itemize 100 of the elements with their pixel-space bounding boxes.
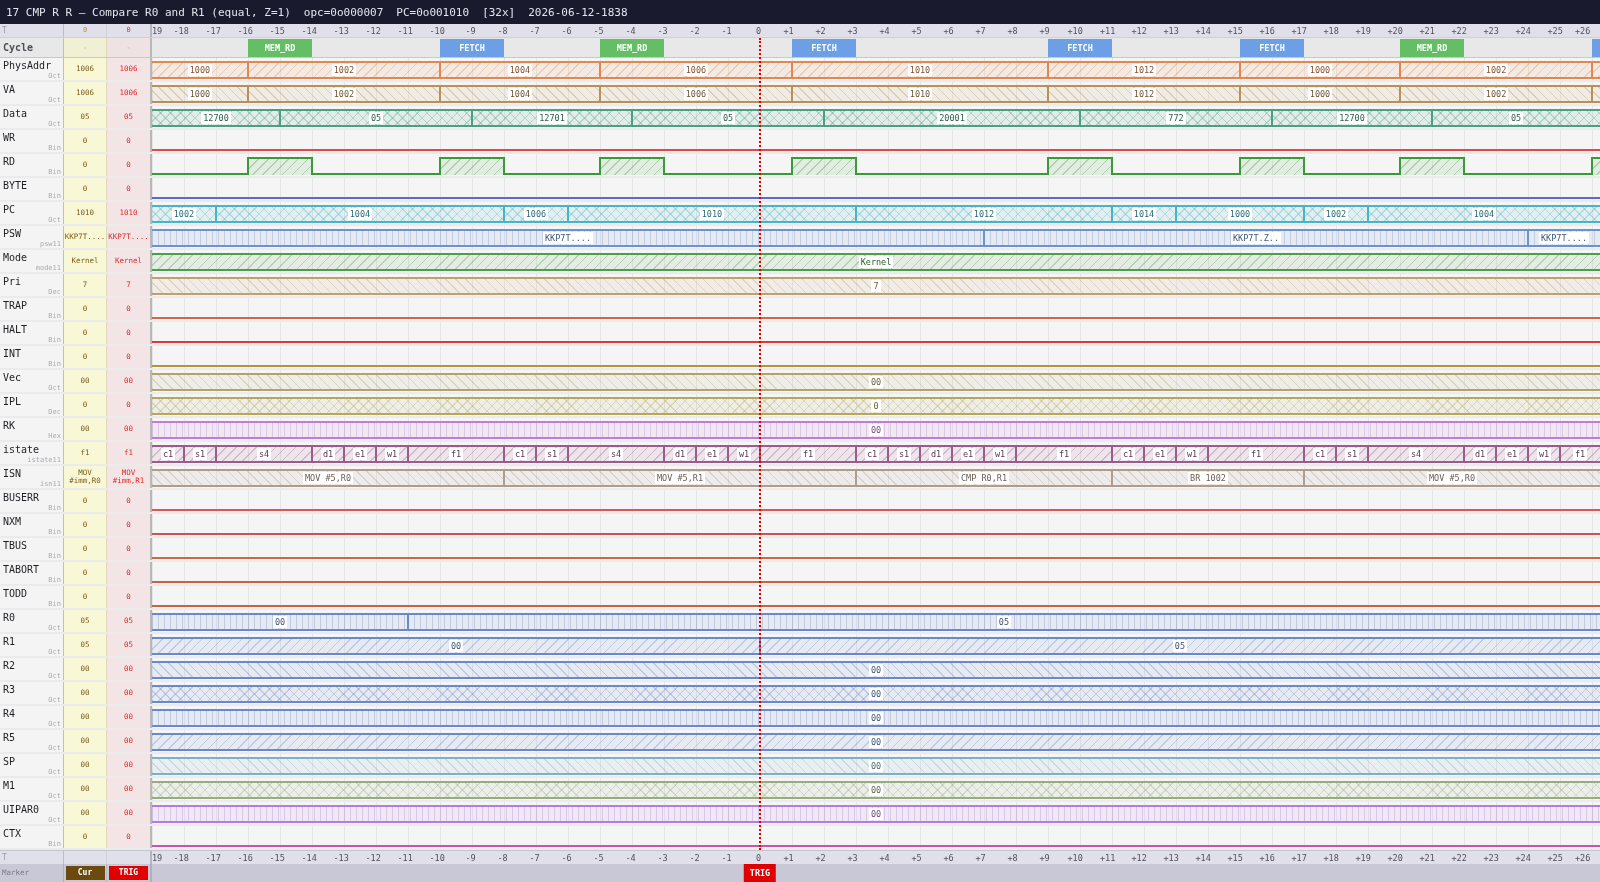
tick-label: -15 <box>269 853 285 863</box>
tick-label: -13 <box>333 853 349 863</box>
tick-label: +15 <box>1227 26 1243 36</box>
tick-label: -5 <box>593 853 604 863</box>
tick-label: +1 <box>783 26 794 36</box>
bus-value: c1 <box>160 448 176 460</box>
bus-value: 12701 <box>537 112 567 124</box>
tick-label: +11 <box>1100 26 1116 36</box>
signal-name: TBUS <box>3 540 28 552</box>
bus-value: 12700 <box>201 112 231 124</box>
bus-value: 1000 <box>1227 208 1253 220</box>
bus-value: 00 <box>868 760 884 772</box>
tick-label: -10 <box>429 26 445 36</box>
tick-label: -7 <box>529 26 540 36</box>
signal-name: R0 <box>3 612 16 624</box>
bus-value: 05 <box>368 112 384 124</box>
tick-label: -17 <box>205 853 221 863</box>
bus-value: MOV #5,R1 <box>654 472 706 484</box>
tick-label: +1 <box>783 853 794 863</box>
tick-label: -2 <box>689 26 700 36</box>
bus-value: 00 <box>868 784 884 796</box>
tick-label: +21 <box>1419 853 1435 863</box>
cycle-tag: FETCH <box>1240 39 1304 57</box>
tick-label: +25 <box>1547 853 1563 863</box>
tick-label: -14 <box>301 853 317 863</box>
bus-value: d1 <box>1472 448 1488 460</box>
bus-value: MOV #5,R0 <box>302 472 354 484</box>
bus-value: s4 <box>1408 448 1424 460</box>
tick-label: +13 <box>1163 853 1179 863</box>
bus-value: 1000 <box>1307 88 1333 100</box>
tick-label: +5 <box>911 853 922 863</box>
bus-value: 00 <box>868 376 884 388</box>
bus-value: e1 <box>1504 448 1520 460</box>
tick-label: 0 <box>756 26 762 36</box>
bus-value: 7 <box>871 280 881 292</box>
tick-label: +20 <box>1387 853 1403 863</box>
signal-name: UIPAR0 <box>3 804 40 816</box>
tick-label: -11 <box>397 26 413 36</box>
signal-name: HALT <box>3 324 28 336</box>
tick-label: +22 <box>1451 26 1467 36</box>
signal-name: BYTE <box>3 180 28 192</box>
bus-value: 1002 <box>171 208 197 220</box>
bus-value: w1 <box>736 448 752 460</box>
cycle-tag: FETCH <box>1048 39 1112 57</box>
tick-label: -4 <box>625 853 636 863</box>
tick-label: -12 <box>365 26 381 36</box>
marker-button[interactable]: Cur <box>65 866 105 880</box>
bus-value: 772 <box>1166 112 1186 124</box>
tick-label: +9 <box>1039 853 1050 863</box>
bus-value: e1 <box>352 448 368 460</box>
bus-value: 1000 <box>187 64 213 76</box>
tick-label: +21 <box>1419 26 1435 36</box>
signal-name: TODD <box>3 588 28 600</box>
tick-label: -15 <box>269 26 285 36</box>
bus-value: e1 <box>1152 448 1168 460</box>
tick-label: +10 <box>1067 853 1083 863</box>
tick-label: +9 <box>1039 26 1050 36</box>
bus-value: e1 <box>960 448 976 460</box>
zoom-level: [32x] <box>482 6 516 18</box>
bus-value: BR 1002 <box>1188 472 1228 484</box>
tick-label: -10 <box>429 853 445 863</box>
tick-label: +17 <box>1291 853 1307 863</box>
bus-value: 1010 <box>907 88 933 100</box>
tick-label: -3 <box>657 26 668 36</box>
marker-button[interactable]: TRIG <box>109 866 148 880</box>
signal-name: PSW <box>3 228 22 240</box>
tick-label: +18 <box>1323 26 1339 36</box>
tick-label: -9 <box>465 853 476 863</box>
bus-value: w1 <box>1536 448 1552 460</box>
bus-value: 1012 <box>1131 64 1157 76</box>
tick-label: -16 <box>237 853 253 863</box>
bus-value: 00 <box>868 808 884 820</box>
tick-label: +6 <box>943 853 954 863</box>
bus-value: d1 <box>320 448 336 460</box>
signal-name: R2 <box>3 660 16 672</box>
tick-label: -11 <box>397 853 413 863</box>
tick-label: -4 <box>625 26 636 36</box>
signal-name: INT <box>3 348 22 360</box>
tick-label: -8 <box>497 26 508 36</box>
tick-label: +26 <box>1575 26 1591 36</box>
tick-label: 0 <box>756 853 762 863</box>
tick-label: +4 <box>879 853 890 863</box>
bus-value: 1000 <box>1307 64 1333 76</box>
bus-value: 00 <box>868 688 884 700</box>
tick-label: +8 <box>1007 26 1018 36</box>
tick-label: +25 <box>1547 26 1563 36</box>
bus-value: c1 <box>512 448 528 460</box>
tick-label: -2 <box>689 853 700 863</box>
tick-label: -18 <box>173 853 189 863</box>
tick-label: +14 <box>1195 853 1211 863</box>
tick-label: +20 <box>1387 26 1403 36</box>
cycle-tag: FETCH <box>440 39 504 57</box>
tick-label: +19 <box>1355 853 1371 863</box>
signal-name: RK <box>3 420 16 432</box>
signal-name: IPL <box>3 396 22 408</box>
bus-value: s1 <box>192 448 208 460</box>
bus-value: 00 <box>868 736 884 748</box>
bus-value: d1 <box>672 448 688 460</box>
tick-label: -1 <box>721 26 732 36</box>
tick-label: +2 <box>815 26 826 36</box>
